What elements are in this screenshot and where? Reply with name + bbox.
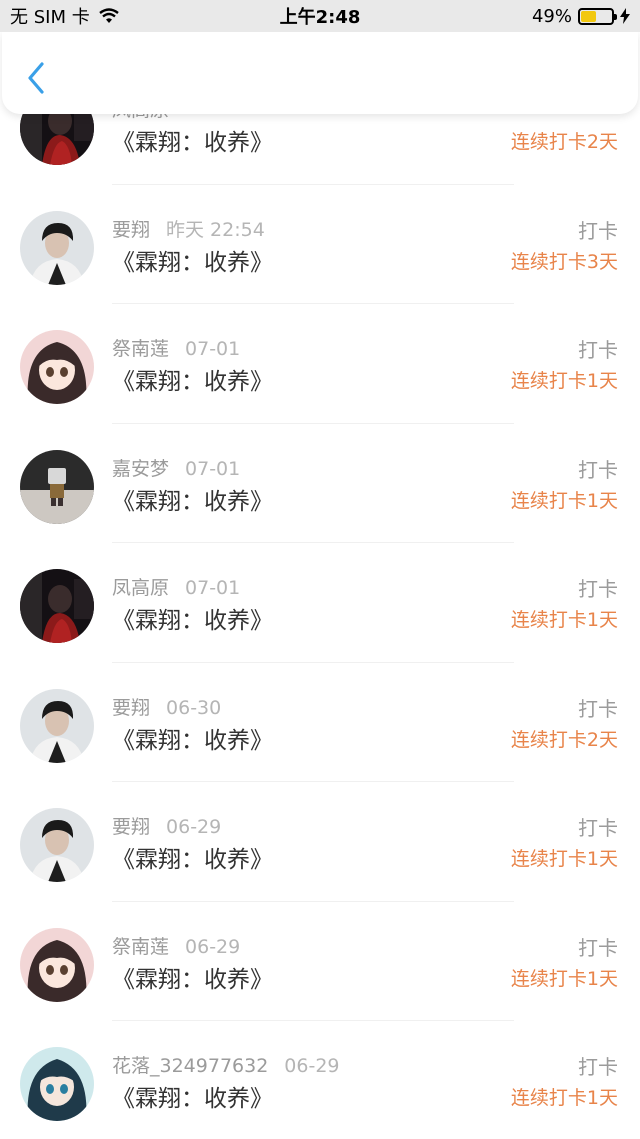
avatar-boy[interactable] (20, 688, 94, 763)
streak-badge: 连续打卡1天 (510, 609, 618, 631)
book-title[interactable]: 《霖翔：收养》 (112, 1079, 273, 1113)
avatar-dark-girl[interactable] (20, 569, 94, 643)
checkin-label: 打卡 (578, 816, 618, 840)
checkin-label: 打卡 (578, 457, 618, 482)
book-title[interactable]: 《霖翔：收养》 (112, 601, 273, 635)
status-left: 无 SIM 卡 (10, 3, 120, 29)
user-name[interactable]: 花落_324977632 (112, 1055, 268, 1077)
checkin-label: 打卡 (578, 218, 618, 243)
list-item[interactable]: 要翔 06-30 《霖翔：收养》 打卡 连续打卡2天 (0, 663, 640, 782)
wifi-icon (98, 8, 119, 23)
user-name[interactable]: 祭南莲 (112, 338, 169, 360)
streak-badge: 连续打卡1天 (510, 967, 618, 990)
charging-icon (620, 8, 630, 24)
post-date: 昨天 22:54 (166, 218, 265, 241)
user-name[interactable]: 祭南莲 (112, 936, 169, 958)
post-date: 06-29 (284, 1055, 340, 1077)
avatar-anime[interactable] (20, 927, 94, 1002)
avatar-anime[interactable] (20, 330, 94, 404)
meta-line: 要翔 06-29 (112, 812, 221, 839)
list-item[interactable]: 要翔 06-29 《霖翔：收养》 打卡 连续打卡1天 (0, 782, 640, 902)
book-title[interactable]: 《霖翔：收养》 (112, 362, 273, 396)
streak-badge: 连续打卡2天 (510, 131, 618, 153)
list-item[interactable]: 凤高原 07-01 《霖翔：收养》 打卡 连续打卡1天 (0, 543, 640, 663)
checkin-label: 打卡 (578, 1055, 618, 1079)
streak-badge: 连续打卡1天 (510, 1087, 618, 1109)
post-date: 06-30 (166, 696, 222, 719)
post-date: 07-01 (185, 457, 241, 480)
meta-line: 花落_324977632 06-29 (112, 1051, 340, 1078)
avatar-teal-girl[interactable] (20, 1047, 94, 1121)
checkin-label: 打卡 (578, 338, 618, 362)
avatar-figure[interactable] (20, 449, 94, 524)
battery-percent: 49% (531, 5, 572, 27)
meta-line: 要翔 06-30 (112, 693, 221, 720)
list-item[interactable]: 祭南莲 06-29 《霖翔：收养》 打卡 连续打卡1天 (0, 902, 640, 1021)
post-date: 07-01 (185, 338, 241, 360)
book-title[interactable]: 《霖翔：收养》 (112, 960, 273, 994)
streak-badge: 连续打卡1天 (510, 370, 618, 392)
post-date: 07-01 (185, 577, 241, 599)
book-title[interactable]: 《霖翔：收养》 (112, 123, 273, 157)
meta-line: 要翔 昨天 22:54 (112, 215, 265, 242)
checkin-list: 凤高原 《霖翔：收养》 连续打卡2天 要翔昨天 22:54 《霖翔：收养》 打卡… (0, 65, 640, 1139)
list-item[interactable]: 要翔 昨天 22:54 《霖翔：收养》 打卡 连续打卡3天 (0, 185, 640, 304)
checkin-label: 打卡 (578, 577, 618, 601)
post-date: 06-29 (166, 816, 222, 838)
list-item[interactable]: 嘉安梦 07-01 《霖翔：收养》 打卡 连续打卡1天 (0, 424, 640, 543)
chevron-left-icon (28, 62, 44, 94)
streak-badge: 连续打卡1天 (510, 848, 618, 870)
streak-badge: 连续打卡1天 (510, 489, 618, 512)
meta-line: 嘉安梦 07-01 (112, 454, 240, 481)
book-title[interactable]: 《霖翔：收养》 (112, 721, 273, 755)
book-title[interactable]: 《霖翔：收养》 (112, 840, 273, 874)
checkin-label: 打卡 (578, 935, 618, 960)
book-title[interactable]: 《霖翔：收养》 (112, 482, 273, 516)
status-right: 49% (532, 6, 630, 27)
book-title[interactable]: 《霖翔：收养》 (112, 243, 273, 277)
screen: 无 SIM 卡 上午2:48 49% 《霖翔：收养》 连续打卡2天 要翔 昨天 … (0, 0, 640, 1139)
battery-fill (581, 10, 596, 22)
nav-bar (2, 32, 638, 114)
user-name[interactable]: 凤高原 (112, 577, 169, 599)
post-date: 06-29 (185, 935, 241, 958)
user-name[interactable]: 嘉安梦 (112, 458, 169, 480)
carrier-label: 无 SIM 卡 (10, 7, 90, 28)
status-bar: 无 SIM 卡 上午2:48 49% (0, 0, 640, 32)
list-item[interactable]: 花落_324977632 06-29 《霖翔：收养》 打卡 连续打卡1天 (0, 1021, 640, 1139)
back-button[interactable] (22, 60, 50, 96)
user-name[interactable]: 要翔 (112, 219, 150, 241)
meta-line: 凤高原 07-01 (112, 573, 240, 600)
user-name[interactable]: 要翔 (112, 697, 150, 719)
avatar-boy[interactable] (20, 210, 94, 285)
list-item[interactable]: 祭南莲 07-01 《霖翔：收养》 打卡 连续打卡1天 (0, 304, 640, 424)
avatar-boy[interactable] (20, 808, 94, 882)
streak-badge: 连续打卡3天 (510, 250, 618, 273)
meta-line: 祭南莲 06-29 (112, 932, 240, 959)
streak-badge: 连续打卡2天 (510, 728, 618, 751)
battery-icon (578, 7, 617, 25)
checkin-label: 打卡 (578, 696, 618, 721)
user-name[interactable]: 要翔 (112, 816, 150, 838)
meta-line: 祭南莲 07-01 (112, 334, 240, 361)
